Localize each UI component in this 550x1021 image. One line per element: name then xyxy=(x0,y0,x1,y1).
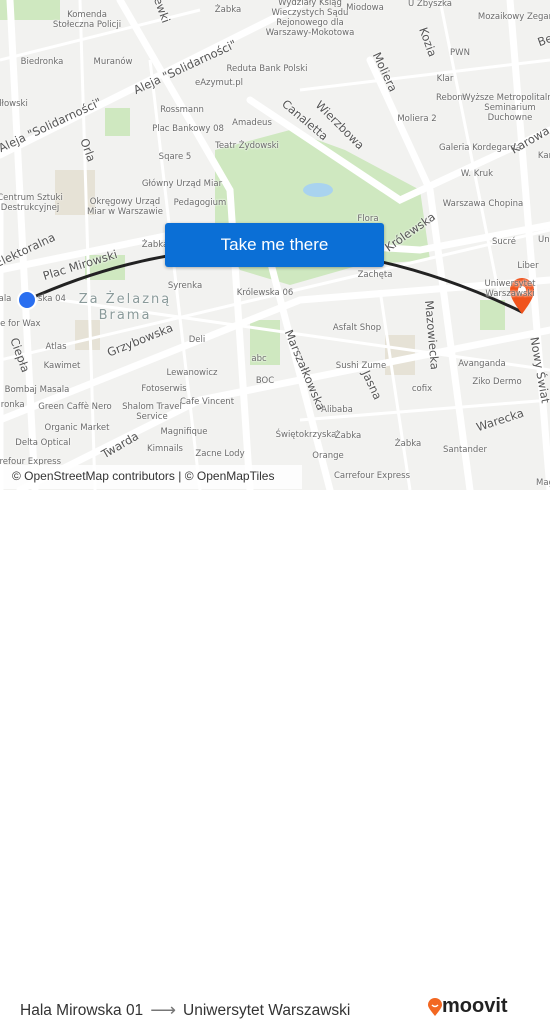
poi-label: Zacne Lody xyxy=(195,449,245,459)
poi-label: Avanganda xyxy=(458,359,506,369)
poi-label: Muranów xyxy=(93,57,133,67)
poi-label: Komenda Stołeczna Policji xyxy=(52,10,122,30)
route-summary: Hala Mirowska 01 ⟶ Uniwersytet Warszawsk… xyxy=(20,1000,350,1021)
poi-label: Główny Urząd Miar xyxy=(141,179,223,189)
poi-label: Santander xyxy=(442,445,488,455)
poi-label: Uni xyxy=(538,235,550,245)
poi-label: Kawimet xyxy=(43,361,81,371)
poi-label: Zachęta xyxy=(357,270,393,280)
poi-label: Miodowa xyxy=(346,3,384,13)
poi-label: Mag xyxy=(536,478,550,488)
poi-label: Żabka xyxy=(214,5,242,15)
poi-label: Pedagogium xyxy=(173,198,227,208)
poi-label: PWN xyxy=(450,48,470,58)
poi-label: ala xyxy=(0,294,12,304)
poi-label: Biedronka xyxy=(20,57,64,67)
poi-label: ska 04 xyxy=(38,294,66,304)
poi-label: Lewanowicz xyxy=(166,368,218,378)
poi-label: Green Caffè Nero xyxy=(38,402,112,412)
poi-label: Reduta Bank Polski xyxy=(226,64,308,74)
building-area xyxy=(75,320,100,350)
poi-label: Sucré xyxy=(492,237,516,247)
moovit-pin-icon xyxy=(428,997,442,1016)
origin-name: Hala Mirowska 01 xyxy=(20,1001,144,1019)
poi-label: Żabka xyxy=(334,431,362,441)
poi-label: Moliera 2 xyxy=(397,114,437,124)
poi-label: Fotoserwis xyxy=(141,384,187,394)
poi-label: Organic Market xyxy=(44,423,110,433)
poi-label: Sqare 5 xyxy=(158,152,192,162)
brand-name: moovit xyxy=(442,995,508,1017)
poi-label: Klar xyxy=(436,74,454,84)
origin-marker xyxy=(17,290,37,310)
poi-label: Okręgowy Urząd Miar w Warszawie xyxy=(87,197,163,217)
poi-label: dronka xyxy=(0,400,25,410)
park xyxy=(105,108,130,136)
moovit-logo: moovit xyxy=(428,995,508,1018)
poi-label: Żabka xyxy=(394,439,422,449)
poi-label: Kimnails xyxy=(147,444,183,454)
destination-name: Uniwersytet Warszawski xyxy=(183,1001,351,1019)
poi-label: Świętokrzyska xyxy=(275,430,337,440)
poi-label: Magnifique xyxy=(160,427,208,437)
park xyxy=(480,300,505,330)
poi-label: Warszawa Chopina xyxy=(442,199,524,209)
poi-label: Wydziały Ksiąg Wieczystych Sądu Rejonowe… xyxy=(265,0,355,38)
poi-label: Liber xyxy=(517,261,539,271)
poi-label: Plac Bankowy 08 xyxy=(152,124,224,134)
poi-label: Wyższe Metropolitalne Seminarium Duchown… xyxy=(462,93,550,123)
poi-label: eAzymut.pl xyxy=(195,78,243,88)
poi-label: cofix xyxy=(411,384,433,394)
poi-label: Centrum Sztuki Destrukcyjnej xyxy=(0,193,63,213)
street-label: Be xyxy=(535,30,550,50)
poi-label: Mozaikowy Zegar xyxy=(477,12,550,22)
poi-label: Orange xyxy=(312,451,344,461)
poi-label: Kar xyxy=(537,151,550,161)
poi-label: abc xyxy=(251,354,267,364)
poi-label: dłowski xyxy=(0,99,28,109)
poi-label: Teatr Żydowski xyxy=(215,141,279,151)
map-attribution[interactable]: © OpenStreetMap contributors | © OpenMap… xyxy=(0,465,302,489)
poi-label: Bombaj Masala xyxy=(4,385,70,395)
poi-label: Cafe Vincent xyxy=(179,397,235,407)
poi-label: ime for Wax xyxy=(0,319,41,329)
poi-label: Carrefour Express xyxy=(334,471,410,481)
take-me-there-button[interactable]: Take me there xyxy=(165,223,384,267)
poi-label: Shalom Travel Service xyxy=(122,402,182,422)
poi-label: Atlas xyxy=(45,342,67,352)
poi-label: Ziko Dermo xyxy=(472,377,522,387)
poi-label: Deli xyxy=(188,335,206,345)
footer: Hala Mirowska 01 ⟶ Uniwersytet Warszawsk… xyxy=(0,490,550,1020)
district-label: Za Żelazną Brama xyxy=(78,292,172,323)
poi-label: W. Kruk xyxy=(460,169,494,179)
poi-label: Królewska 06 xyxy=(236,288,294,298)
poi-label: U Zbyszka xyxy=(407,0,453,9)
poi-label: BOC xyxy=(255,376,275,386)
poi-label: Sushi Zume xyxy=(335,361,387,371)
poi-label: Uniwersytet Warszawski xyxy=(484,279,536,299)
poi-label: Amadeus xyxy=(232,118,272,128)
poi-label: Syrenka xyxy=(167,281,203,291)
poi-label: Asfalt Shop xyxy=(332,323,382,333)
pond xyxy=(303,183,333,197)
map[interactable]: Komenda Stołeczna Policji Biedronka Muranó… xyxy=(0,0,550,490)
arrow-right-icon: ⟶ xyxy=(150,1000,176,1020)
poi-label: Delta Optical xyxy=(15,438,71,448)
poi-label: Rossmann xyxy=(160,105,204,115)
